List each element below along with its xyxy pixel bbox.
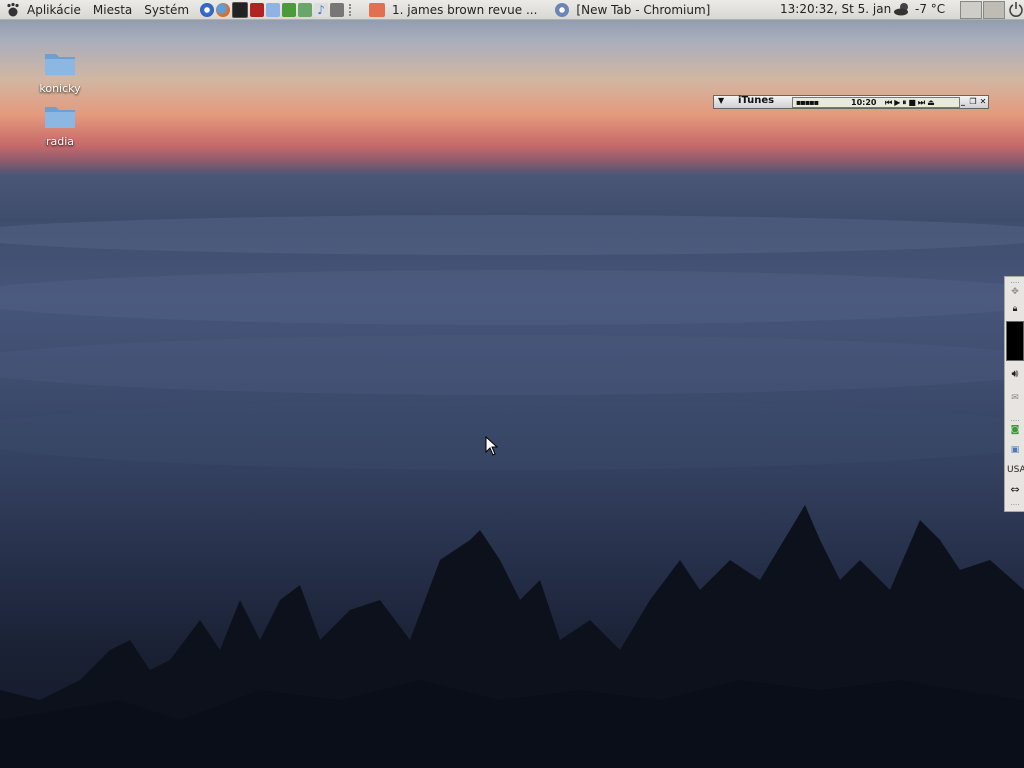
tree-silhouettes xyxy=(0,505,1024,768)
panel-separator xyxy=(349,3,353,16)
chromium-icon xyxy=(555,2,570,17)
radio-app-icon xyxy=(369,2,386,17)
display-icon[interactable]: ▣ xyxy=(1007,445,1023,455)
restore-icon[interactable]: ❐ xyxy=(968,97,978,107)
files-icon[interactable] xyxy=(266,2,281,17)
menu-arrow-icon[interactable]: ▼ xyxy=(718,96,724,105)
mail-icon[interactable]: ✉ xyxy=(1007,393,1023,403)
close-icon[interactable]: ✕ xyxy=(978,97,988,107)
power-icon[interactable] xyxy=(1008,1,1024,17)
itunes-time: 10:20 xyxy=(851,98,877,107)
tools-icon[interactable] xyxy=(282,2,297,17)
volume-bars: ▪▪▪▪▪ xyxy=(796,98,819,107)
temperature: -7 °C xyxy=(915,2,946,16)
itunes-mini-player[interactable]: ▼ iTunes ▪▪▪▪▪ 10:20 ⏮▶⏸■⏭⏏ _ ❐ ✕ xyxy=(713,95,989,109)
workspace-2[interactable] xyxy=(983,1,1005,19)
task-label: [New Tab - Chromium] xyxy=(576,2,711,17)
download-icon[interactable] xyxy=(298,2,313,17)
lock-icon[interactable]: 🔒︎ xyxy=(1007,304,1023,314)
music-icon[interactable]: ♪ xyxy=(314,2,329,17)
firefox-icon[interactable] xyxy=(216,2,231,17)
desktop-icon-konicky[interactable]: konicky xyxy=(22,50,98,95)
gnome-foot-icon[interactable] xyxy=(5,2,21,18)
workspace-1[interactable] xyxy=(960,1,982,19)
keyboard-layout[interactable]: USA xyxy=(1007,465,1024,475)
minimize-icon[interactable]: _ xyxy=(958,97,968,107)
menu-system[interactable]: Systém xyxy=(138,3,195,17)
system-monitor-graph[interactable] xyxy=(1006,321,1024,361)
mouse-cursor-icon xyxy=(485,436,499,456)
terminal-icon[interactable] xyxy=(232,1,249,18)
resize-horizontal-icon[interactable]: ⇔ xyxy=(1007,483,1023,496)
task-label: 1. james brown revue ... xyxy=(392,2,538,17)
top-panel: Aplikácie Miesta Systém ♪ 1. james brown… xyxy=(0,0,1024,20)
weather-applet[interactable]: -7 °C xyxy=(893,1,945,17)
launcher-bar: ♪ xyxy=(199,1,345,18)
itunes-title: iTunes xyxy=(738,95,775,106)
menu-applications[interactable]: Aplikácie xyxy=(21,3,87,17)
chromium-icon[interactable] xyxy=(200,2,215,17)
folder-icon xyxy=(45,107,75,128)
menu-places[interactable]: Miesta xyxy=(87,3,138,17)
desktop-icon-radia[interactable]: radia xyxy=(22,103,98,148)
cloudy-weather-icon xyxy=(894,3,908,16)
drag-handle[interactable]: ···· xyxy=(1007,279,1023,287)
desktop-icon-label: radia xyxy=(45,135,75,148)
desktop-icon-label: konicky xyxy=(39,82,81,95)
move-icon[interactable]: ✥ xyxy=(1007,287,1023,297)
drag-handle[interactable]: ···· xyxy=(1007,417,1023,425)
archive-icon[interactable] xyxy=(330,2,345,17)
desktop-background xyxy=(0,0,1024,768)
right-dock-panel: ···· ✥ 🔒︎ 🔊︎ ✉ ···· ◙ ▣ USA ⇔ ···· xyxy=(1004,276,1024,512)
itunes-display: ▪▪▪▪▪ 10:20 ⏮▶⏸■⏭⏏ xyxy=(792,97,960,108)
playback-controls[interactable]: ⏮▶⏸■⏭⏏ xyxy=(885,98,937,107)
network-icon[interactable]: ◙ xyxy=(1007,425,1023,435)
drag-handle[interactable]: ···· xyxy=(1007,501,1023,509)
folder-icon xyxy=(45,54,75,75)
volume-icon[interactable]: 🔊︎ xyxy=(1007,367,1023,381)
pdf-icon[interactable] xyxy=(250,2,265,17)
clock[interactable]: 13:20:32, St 5. jan xyxy=(780,2,891,16)
task-chromium[interactable]: [New Tab - Chromium] xyxy=(549,0,716,19)
task-radio[interactable]: 1. james brown revue ... xyxy=(363,0,543,19)
